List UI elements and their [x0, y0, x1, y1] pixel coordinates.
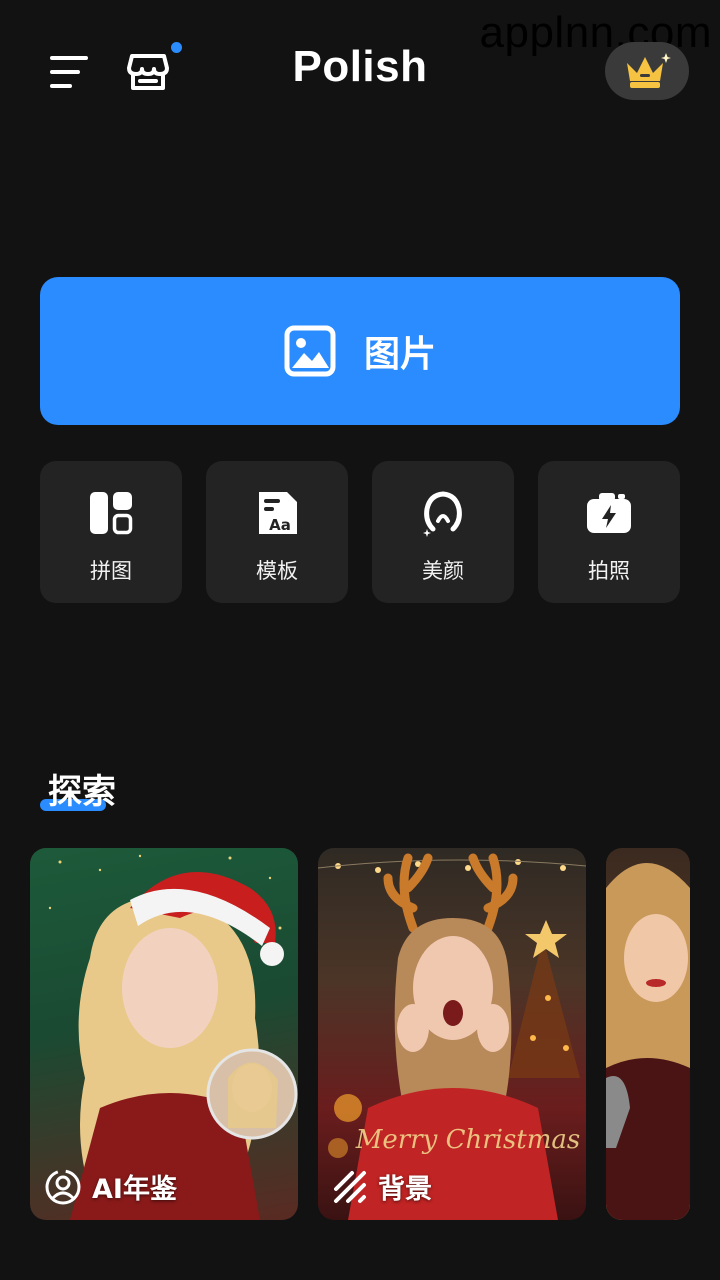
beauty-icon	[423, 491, 462, 537]
tool-label: 模板	[256, 559, 298, 583]
card-label: 背景	[332, 1167, 432, 1206]
reindeer-portrait-image: Merry Christmas	[318, 853, 586, 1220]
picture-button-label: 图片	[363, 334, 436, 375]
ai-face-icon	[45, 1169, 81, 1204]
premium-button[interactable]	[605, 42, 689, 100]
crown-icon	[627, 53, 671, 88]
tool-collage[interactable]: 拼图	[40, 461, 182, 603]
home-screen: applnn.com Polish 图片 拼图 Aa 模板 美颜 拍照 探索 A…	[0, 0, 720, 1280]
camera-icon	[587, 493, 631, 533]
portrait-image	[606, 863, 690, 1220]
tool-camera[interactable]: 拍照	[538, 461, 680, 603]
tool-template[interactable]: Aa 模板	[206, 461, 348, 603]
template-icon: Aa	[259, 492, 297, 534]
explore-card-background[interactable]: Merry Christmas 背景	[318, 848, 586, 1220]
collage-icon	[90, 492, 133, 535]
explore-card-ai-yearbook[interactable]: AI年鉴	[30, 848, 298, 1220]
explore-title: 探索	[48, 772, 116, 812]
card-label-text: 背景	[378, 1174, 432, 1205]
tool-label: 拼图	[90, 559, 132, 583]
card-label-text: AI年鉴	[92, 1174, 177, 1205]
background-stripes-icon	[334, 1170, 366, 1203]
tool-label: 美颜	[422, 559, 464, 583]
explore-card-partial[interactable]	[606, 848, 690, 1220]
christmas-portrait-image	[48, 854, 298, 1220]
card-label: AI年鉴	[44, 1167, 177, 1206]
tool-label: 拍照	[588, 559, 630, 583]
picture-button[interactable]: 图片	[40, 277, 680, 425]
image-icon	[284, 325, 336, 377]
svg-text:Aa: Aa	[269, 516, 291, 534]
tool-beauty[interactable]: 美颜	[372, 461, 514, 603]
svg-text:Merry Christmas: Merry Christmas	[355, 1125, 581, 1155]
